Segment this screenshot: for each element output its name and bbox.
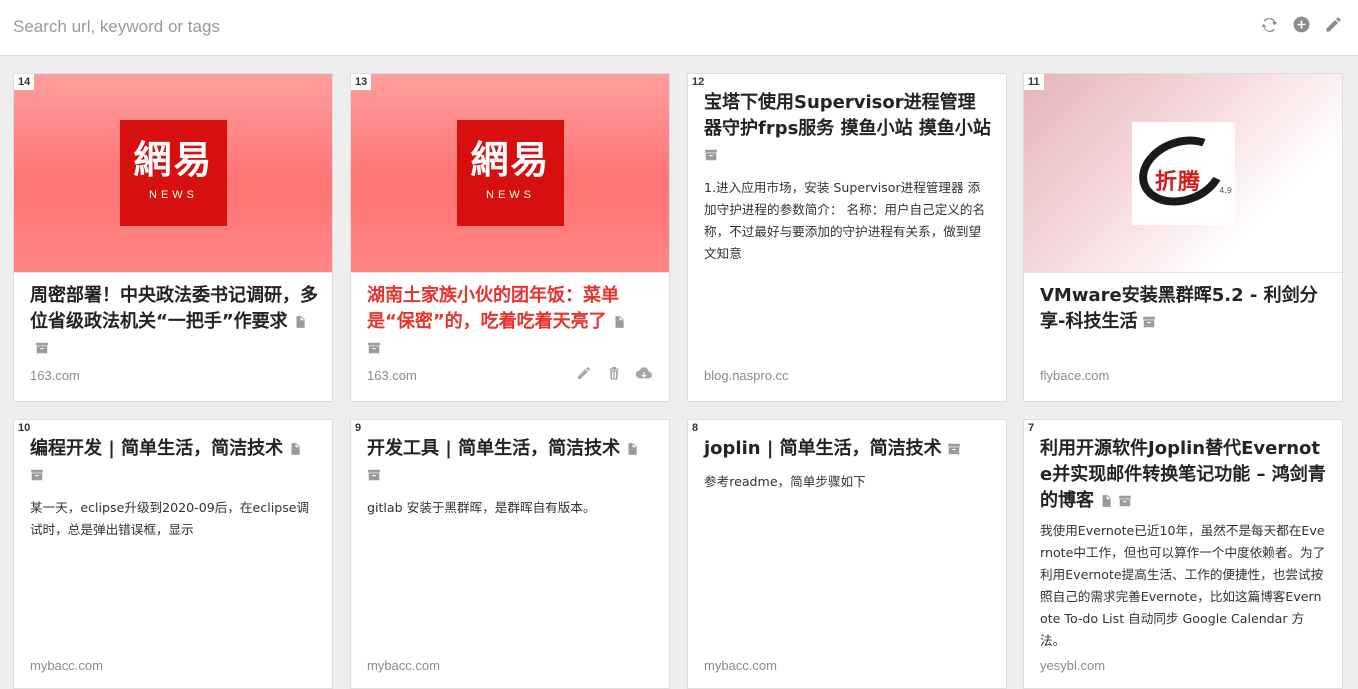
card-index: 13 [351, 74, 372, 90]
card-domain: blog.naspro.cc [704, 368, 789, 383]
card-description: 我使用Evernote已近10年，虽然不是每天都在Evernote中工作，但也可… [1040, 523, 1326, 648]
card-domain: 163.com [30, 368, 80, 383]
refresh-icon [1260, 15, 1279, 38]
delete-bookmark-button[interactable] [605, 366, 623, 384]
card-domain: flybace.com [1040, 368, 1110, 383]
download-bookmark-button[interactable] [635, 366, 653, 384]
card-title[interactable]: 宝塔下使用Supervisor进程管理器守护frps服务 摸鱼小站 摸鱼小站 [704, 90, 992, 168]
card-title[interactable]: 周密部署！中央政法委书记调研，多位省级政法机关“一把手”作要求 [30, 283, 318, 361]
card-domain: mybacc.com [704, 658, 777, 673]
document-icon[interactable] [293, 311, 307, 328]
card-body: joplin | 简单生活，简洁技术 参考readme，简单步骤如下 [704, 436, 992, 493]
card-index: 11 [1024, 74, 1044, 90]
bookmark-card[interactable]: 9 开发工具 | 简单生活，简洁技术 gitlab 安装于黑群晖，是群晖自有版本… [350, 419, 670, 689]
card-description: 1.进入应用市场，安装 Supervisor进程管理器 添加守护进程的参数简介：… [704, 180, 986, 261]
card-domain: 163.com [367, 368, 417, 383]
archive-icon[interactable] [704, 144, 718, 161]
card-body: 宝塔下使用Supervisor进程管理器守护frps服务 摸鱼小站 摸鱼小站 1… [704, 90, 992, 265]
card-thumbnail[interactable]: 網易 NEWS [351, 74, 669, 273]
archive-icon[interactable] [947, 438, 961, 455]
card-body: 开发工具 | 简单生活，简洁技术 gitlab 安装于黑群晖，是群晖自有版本。 [367, 436, 655, 519]
bookmark-card[interactable]: 7 利用开源软件Joplin替代Evernote并实现邮件转换笔记功能 – 鸿剑… [1023, 419, 1343, 689]
bookmark-card[interactable]: 13 網易 NEWS 湖南土家族小伙的团年饭：菜单是“保密”的，吃着吃着天亮了 … [350, 73, 670, 402]
archive-icon[interactable] [367, 337, 381, 354]
document-icon[interactable] [288, 438, 302, 455]
card-index: 7 [1024, 420, 1039, 436]
card-thumbnail[interactable]: 折腾 4.9 [1024, 74, 1342, 273]
edit-bookmark-button[interactable] [575, 366, 593, 384]
card-title[interactable]: VMware安装黑群晖5.2 - 利剑分享-科技生活 [1040, 283, 1328, 335]
edit-button[interactable] [1323, 16, 1344, 37]
card-thumbnail[interactable]: 網易 NEWS [14, 74, 332, 273]
top-bar [0, 0, 1358, 56]
document-icon[interactable] [1099, 490, 1113, 507]
card-body: 利用开源软件Joplin替代Evernote并实现邮件转换笔记功能 – 鸿剑青的… [1040, 436, 1328, 652]
add-button[interactable] [1291, 16, 1312, 37]
document-icon[interactable] [625, 438, 639, 455]
card-index: 14 [14, 74, 35, 90]
card-title[interactable]: joplin | 简单生活，简洁技术 [704, 436, 992, 462]
card-title[interactable]: 利用开源软件Joplin替代Evernote并实现邮件转换笔记功能 – 鸿剑青的… [1040, 436, 1328, 514]
bookmark-card[interactable]: 12 宝塔下使用Supervisor进程管理器守护frps服务 摸鱼小站 摸鱼小… [687, 73, 1007, 402]
bookmark-card[interactable]: 10 编程开发 | 简单生活，简洁技术 某一天，eclipse升级到2020-0… [13, 419, 333, 689]
card-body: 编程开发 | 简单生活，简洁技术 某一天，eclipse升级到2020-09后，… [30, 436, 318, 541]
archive-icon[interactable] [35, 337, 49, 354]
archive-icon[interactable] [367, 464, 381, 481]
document-icon[interactable] [612, 311, 626, 328]
pencil-icon [576, 365, 592, 385]
card-description: gitlab 安装于黑群晖，是群晖自有版本。 [367, 500, 596, 515]
card-title[interactable]: 开发工具 | 简单生活，简洁技术 [367, 436, 655, 488]
card-title[interactable]: 编程开发 | 简单生活，简洁技术 [30, 436, 318, 488]
card-index: 8 [688, 420, 703, 436]
netease-news-logo: 網易 NEWS [457, 120, 564, 226]
trash-icon [606, 365, 622, 385]
archive-icon[interactable] [30, 464, 44, 481]
search-input[interactable] [4, 10, 1104, 44]
bookmark-card[interactable]: 14 網易 NEWS 周密部署！中央政法委书记调研，多位省级政法机关“一把手”作… [13, 73, 333, 402]
cloud-download-icon [635, 365, 652, 385]
card-description: 参考readme，简单步骤如下 [704, 474, 866, 489]
refresh-button[interactable] [1259, 16, 1280, 37]
site-logo: 折腾 4.9 [1129, 122, 1235, 225]
card-body: VMware安装黑群晖5.2 - 利剑分享-科技生活 [1040, 283, 1328, 335]
add-circle-icon [1292, 15, 1311, 38]
bookmark-card[interactable]: 11 折腾 4.9 VMware安装黑群晖5.2 - 利剑分享-科技生活 fly… [1023, 73, 1343, 402]
card-index: 10 [14, 420, 35, 436]
bookmark-card[interactable]: 8 joplin | 简单生活，简洁技术 参考readme，简单步骤如下 myb… [687, 419, 1007, 689]
card-body: 周密部署！中央政法委书记调研，多位省级政法机关“一把手”作要求 [30, 283, 318, 361]
netease-news-logo: 網易 NEWS [120, 120, 227, 226]
card-title[interactable]: 湖南土家族小伙的团年饭：菜单是“保密”的，吃着吃着天亮了 [367, 283, 655, 361]
card-index: 12 [688, 74, 709, 90]
card-description: 某一天，eclipse升级到2020-09后，在eclipse调试时，总是弹出错… [30, 500, 310, 537]
card-domain: mybacc.com [30, 658, 103, 673]
card-index: 9 [351, 420, 366, 436]
card-body: 湖南土家族小伙的团年饭：菜单是“保密”的，吃着吃着天亮了 [367, 283, 655, 361]
card-actions [575, 366, 653, 384]
toolbar-icons [1259, 16, 1344, 37]
archive-icon[interactable] [1118, 490, 1132, 507]
card-domain: mybacc.com [367, 658, 440, 673]
card-domain: yesybl.com [1040, 658, 1106, 673]
pencil-icon [1324, 15, 1343, 38]
archive-icon[interactable] [1142, 311, 1156, 328]
